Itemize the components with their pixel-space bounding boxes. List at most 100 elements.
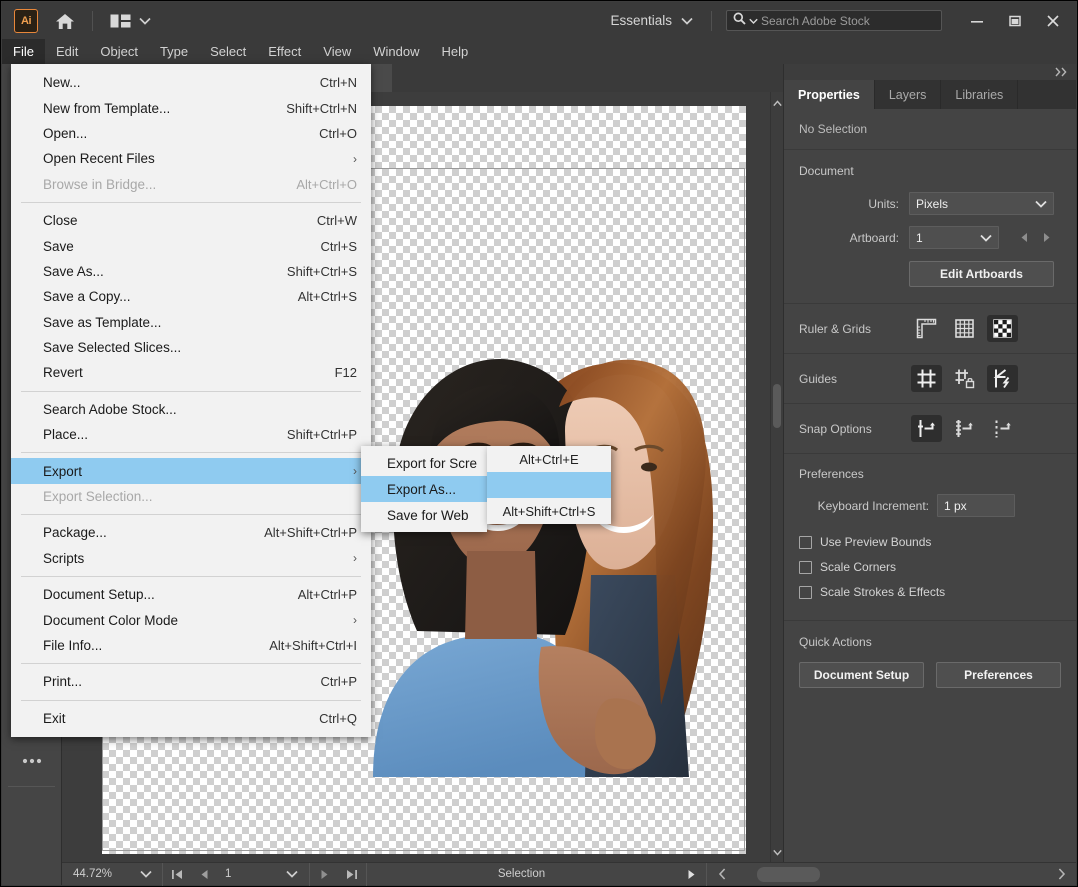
menu-file[interactable]: File	[2, 39, 45, 64]
toolbar-divider	[92, 11, 93, 31]
close-button[interactable]	[1034, 6, 1072, 36]
arrange-documents-icon[interactable]	[109, 13, 131, 29]
menu-item-revert[interactable]: Revert F12	[11, 360, 371, 385]
zoom-level-field[interactable]: 44.72%	[62, 863, 130, 886]
scale-strokes-effects-label: Scale Strokes & Effects	[820, 585, 945, 599]
artboard-number-field[interactable]: 1	[217, 863, 275, 886]
preferences-button[interactable]: Preferences	[936, 662, 1061, 688]
menu-item-label: Scripts	[43, 551, 333, 566]
more-tools-icon[interactable]	[2, 742, 62, 780]
artboard-chevron-down-icon[interactable]	[275, 863, 309, 886]
menu-item-search-adobe-stock[interactable]: Search Adobe Stock...	[11, 397, 371, 422]
menu-item-export[interactable]: Export ›	[11, 458, 371, 483]
menu-item-save-as-template[interactable]: Save as Template...	[11, 310, 371, 335]
menu-item-export-selection: Export Selection...	[11, 484, 371, 509]
use-preview-bounds-checkbox[interactable]: Use Preview Bounds	[799, 535, 1061, 549]
units-select[interactable]: Pixels	[909, 192, 1054, 215]
menu-type[interactable]: Type	[149, 39, 199, 64]
menu-select[interactable]: Select	[199, 39, 257, 64]
next-artboard-button[interactable]	[310, 863, 338, 886]
keyboard-increment-input[interactable]: 1 px	[937, 494, 1015, 517]
edit-artboards-button[interactable]: Edit Artboards	[909, 261, 1054, 287]
submenu-item-export-as[interactable]: Export As...	[361, 476, 487, 502]
hscroll-thumb[interactable]	[757, 867, 820, 882]
next-artboard-button[interactable]	[1035, 227, 1057, 249]
minimize-button[interactable]	[958, 6, 996, 36]
menu-item-save[interactable]: Save Ctrl+S	[11, 233, 371, 258]
arrange-chevron-down-icon[interactable]	[139, 12, 151, 30]
scroll-up-icon[interactable]	[771, 96, 783, 110]
menu-item-print[interactable]: Print... Ctrl+P	[11, 669, 371, 694]
tool-status-label[interactable]: Selection	[367, 863, 676, 886]
menu-effect[interactable]: Effect	[257, 39, 312, 64]
menu-item-scripts[interactable]: Scripts ›	[11, 546, 371, 571]
menu-item-save-as[interactable]: Save As... Shift+Ctrl+S	[11, 259, 371, 284]
menu-item-file-info[interactable]: File Info... Alt+Shift+Ctrl+I	[11, 633, 371, 658]
last-artboard-button[interactable]	[338, 863, 366, 886]
scroll-down-icon[interactable]	[771, 845, 783, 859]
submenu-item-export-for-screens[interactable]: Export for Scre	[361, 450, 487, 476]
menu-window[interactable]: Window	[362, 39, 430, 64]
submenu-chevron-right-icon: ›	[353, 464, 357, 478]
show-grid-icon[interactable]	[949, 315, 980, 342]
ai-logo-icon[interactable]: Ai	[14, 9, 38, 33]
search-adobe-stock-input[interactable]: Search Adobe Stock	[726, 10, 942, 31]
menu-item-place[interactable]: Place... Shift+Ctrl+P	[11, 422, 371, 447]
menu-item-label: Save as Template...	[43, 315, 337, 330]
lock-guides-icon[interactable]	[949, 365, 980, 392]
menu-item-document-setup[interactable]: Document Setup... Alt+Ctrl+P	[11, 582, 371, 607]
menu-item-exit[interactable]: Exit Ctrl+Q	[11, 706, 371, 731]
canvas-horizontal-scrollbar[interactable]	[737, 863, 1046, 886]
scale-strokes-effects-checkbox[interactable]: Scale Strokes & Effects	[799, 585, 1061, 599]
menu-item-open[interactable]: Open... Ctrl+O	[11, 121, 371, 146]
menu-item-close[interactable]: Close Ctrl+W	[11, 208, 371, 233]
snap-to-point-icon[interactable]	[911, 415, 942, 442]
show-guides-icon[interactable]	[911, 365, 942, 392]
prev-artboard-button[interactable]	[1013, 227, 1035, 249]
chevron-down-icon	[1035, 197, 1047, 211]
menu-edit[interactable]: Edit	[45, 39, 89, 64]
menu-separator	[21, 514, 361, 515]
workspace-switcher[interactable]: Essentials	[606, 13, 697, 28]
prev-artboard-button[interactable]	[191, 863, 217, 886]
menu-item-save-selected-slices[interactable]: Save Selected Slices...	[11, 335, 371, 360]
tab-properties[interactable]: Properties	[784, 80, 875, 109]
artboard-select[interactable]: 1	[909, 226, 999, 249]
submenu-shortcut-export-as	[487, 472, 611, 498]
menu-help[interactable]: Help	[430, 39, 479, 64]
submenu-chevron-right-icon: ›	[353, 152, 357, 166]
menu-item-package[interactable]: Package... Alt+Shift+Ctrl+P	[11, 520, 371, 545]
menu-separator	[21, 700, 361, 701]
tab-layers[interactable]: Layers	[875, 80, 942, 109]
tab-libraries[interactable]: Libraries	[941, 80, 1018, 109]
home-icon[interactable]	[54, 10, 76, 32]
canvas-vertical-scrollbar[interactable]	[770, 92, 783, 863]
menu-item-shortcut: Alt+Shift+Ctrl+I	[269, 638, 357, 653]
menu-object[interactable]: Object	[89, 39, 149, 64]
menu-item-open-recent-files[interactable]: Open Recent Files ›	[11, 146, 371, 171]
menu-item-new[interactable]: New... Ctrl+N	[11, 70, 371, 95]
scale-corners-checkbox[interactable]: Scale Corners	[799, 560, 1061, 574]
menu-separator	[21, 452, 361, 453]
maximize-button[interactable]	[996, 6, 1034, 36]
expand-panels-icon[interactable]	[784, 64, 1076, 80]
menu-view[interactable]: View	[312, 39, 362, 64]
first-artboard-button[interactable]	[163, 863, 191, 886]
smart-guides-icon[interactable]	[987, 365, 1018, 392]
document-setup-button[interactable]: Document Setup	[799, 662, 924, 688]
submenu-item-save-for-web[interactable]: Save for Web	[361, 502, 487, 528]
scroll-thumb[interactable]	[773, 384, 781, 428]
checkbox-icon	[799, 561, 812, 574]
show-rulers-icon[interactable]	[911, 315, 942, 342]
hscroll-left-chevron-icon[interactable]	[707, 863, 737, 886]
hscroll-right-chevron-icon[interactable]	[1046, 863, 1076, 886]
zoom-chevron-down-icon[interactable]	[130, 863, 162, 886]
show-transparency-grid-icon[interactable]	[987, 315, 1018, 342]
snap-to-grid-icon[interactable]	[949, 415, 980, 442]
status-menu-play-triangle-icon[interactable]	[676, 863, 706, 886]
snap-to-pixel-icon[interactable]	[987, 415, 1018, 442]
menu-item-new-from-template[interactable]: New from Template... Shift+Ctrl+N	[11, 95, 371, 120]
menu-item-document-color-mode[interactable]: Document Color Mode ›	[11, 607, 371, 632]
menu-item-save-a-copy[interactable]: Save a Copy... Alt+Ctrl+S	[11, 284, 371, 309]
search-dropdown-chevron-icon[interactable]	[749, 12, 758, 30]
